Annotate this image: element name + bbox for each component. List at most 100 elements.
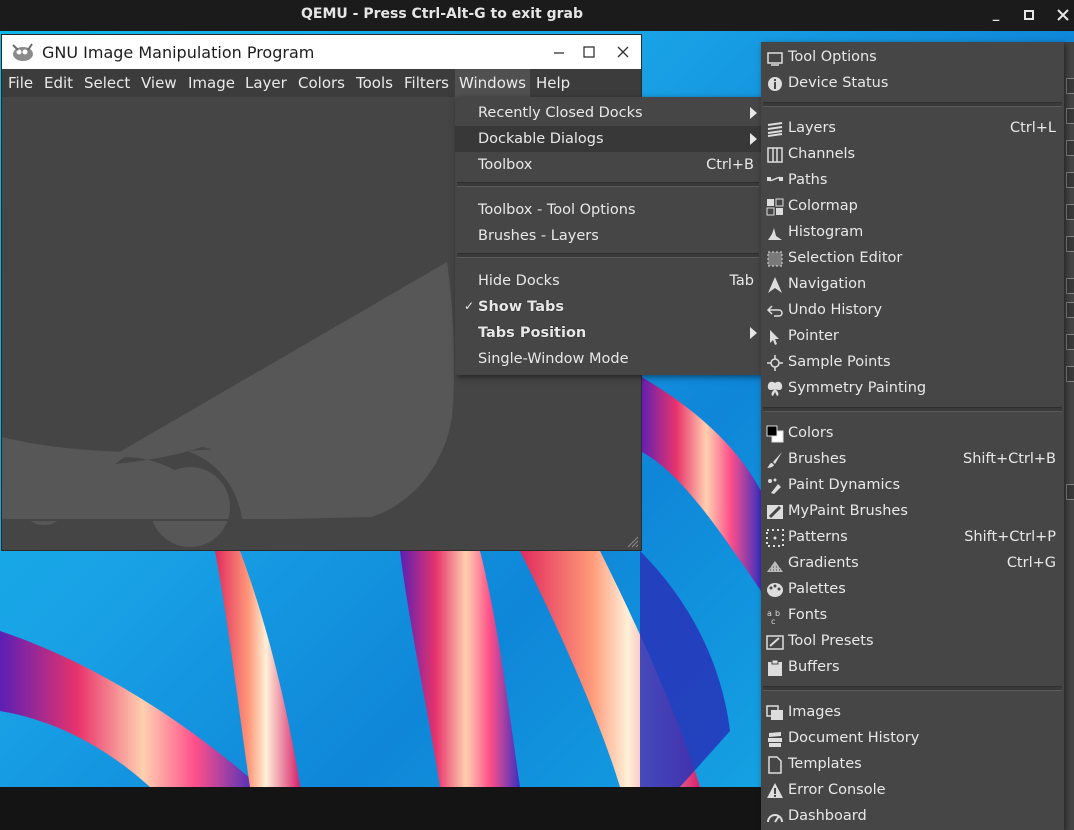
dock-item-histogram[interactable]: Histogram <box>761 220 1064 246</box>
undo-history-icon <box>766 305 783 317</box>
windows-menu: Recently Closed Docks Dockable Dialogs T… <box>455 97 761 375</box>
menu-image[interactable]: Image <box>188 74 235 92</box>
menu-separator <box>457 182 759 187</box>
menu-edit[interactable]: Edit <box>44 74 73 92</box>
menubar: File Edit Select View Image Layer Colors… <box>2 69 641 97</box>
menu-brushes-layers[interactable]: Brushes - Layers <box>455 223 761 249</box>
dock-item-sample-points[interactable]: Sample Points <box>761 350 1064 376</box>
dock-item-fonts[interactable]: abc Fonts <box>761 603 1064 629</box>
menu-show-tabs[interactable]: ✓ Show Tabs <box>455 294 761 320</box>
menu-layer[interactable]: Layer <box>245 74 287 92</box>
layers-icon <box>767 122 783 137</box>
close-icon <box>1057 9 1069 21</box>
dock-item-patterns[interactable]: Patterns Shift+Ctrl+P <box>761 525 1064 551</box>
sample-points-icon <box>767 355 783 371</box>
fonts-icon: a bc <box>767 609 780 625</box>
menu-separator <box>763 407 1062 412</box>
menu-toolbox-tool-options[interactable]: Toolbox - Tool Options <box>455 197 761 223</box>
dock-edge-widget[interactable] <box>1066 236 1074 252</box>
dashboard-icon <box>767 814 783 823</box>
dock-item-brushes[interactable]: Brushes Shift+Ctrl+B <box>761 447 1064 473</box>
dock-item-layers[interactable]: Layers Ctrl+L <box>761 116 1064 142</box>
dock-item-device-status[interactable]: Device Status <box>761 71 1064 97</box>
menu-filters[interactable]: Filters <box>404 74 449 92</box>
navigation-icon <box>768 277 782 293</box>
dock-item-pointer[interactable]: Pointer <box>761 324 1064 350</box>
resize-grip-icon[interactable] <box>625 534 639 548</box>
submenu-arrow-icon <box>750 327 757 339</box>
patterns-icon <box>766 529 784 547</box>
dock-item-templates[interactable]: Templates <box>761 752 1064 778</box>
dock-item-document-history[interactable]: Document History <box>761 726 1064 752</box>
tool-options-icon <box>767 52 783 66</box>
menu-tools[interactable]: Tools <box>356 74 393 92</box>
minimize-button[interactable] <box>546 39 572 65</box>
menu-recently-closed-docks[interactable]: Recently Closed Docks <box>455 100 761 126</box>
error-console-icon <box>767 783 783 798</box>
dock-item-buffers[interactable]: Buffers <box>761 655 1064 681</box>
channels-icon <box>767 147 783 163</box>
images-icon <box>766 705 783 720</box>
histogram-icon <box>768 228 782 240</box>
dock-item-mypaint-brushes[interactable]: MyPaint Brushes <box>761 499 1064 525</box>
qemu-minimize-button[interactable]: _ <box>986 5 1006 25</box>
dock-item-tool-options[interactable]: Tool Options <box>761 45 1064 71</box>
dock-item-images[interactable]: Images <box>761 700 1064 726</box>
dock-item-paint-dynamics[interactable]: Paint Dynamics <box>761 473 1064 499</box>
dock-item-palettes[interactable]: Palettes <box>761 577 1064 603</box>
dock-edge-widget[interactable] <box>1066 140 1074 156</box>
paint-dynamics-icon <box>768 478 781 494</box>
maximize-icon <box>583 46 595 58</box>
dock-item-navigation[interactable]: Navigation <box>761 272 1064 298</box>
dock-edge-widget[interactable] <box>1066 334 1074 350</box>
menu-colors[interactable]: Colors <box>298 74 345 92</box>
qemu-close-button[interactable] <box>1053 5 1073 25</box>
dock-item-dashboard[interactable]: Dashboard <box>761 804 1064 830</box>
templates-icon <box>768 756 782 774</box>
menu-view[interactable]: View <box>141 74 177 92</box>
menu-single-window-mode[interactable]: Single-Window Mode <box>455 346 761 372</box>
dock-edge-widget[interactable] <box>1066 366 1074 382</box>
qemu-maximize-button[interactable] <box>1019 5 1039 25</box>
dock-edge-widget[interactable] <box>1066 78 1074 94</box>
dock-item-tool-presets[interactable]: Tool Presets <box>761 629 1064 655</box>
dock-edge-widget[interactable] <box>1066 278 1074 294</box>
dock-edge-widget[interactable] <box>1066 302 1074 318</box>
dock-item-paths[interactable]: Paths <box>761 168 1064 194</box>
symmetry-icon <box>767 381 783 396</box>
maximize-button[interactable] <box>576 39 602 65</box>
dock-item-selection-editor[interactable]: Selection Editor <box>761 246 1064 272</box>
submenu-arrow-icon <box>750 133 757 145</box>
buffers-icon <box>768 659 782 676</box>
menu-tabs-position[interactable]: Tabs Position <box>455 320 761 346</box>
menu-select[interactable]: Select <box>84 74 130 92</box>
dock-item-gradients[interactable]: Gradients Ctrl+G <box>761 551 1064 577</box>
close-button[interactable] <box>610 39 636 65</box>
menu-file[interactable]: File <box>8 74 33 92</box>
menu-help[interactable]: Help <box>536 74 570 92</box>
menu-hide-docks[interactable]: Hide Docks Tab <box>455 268 761 294</box>
menu-separator <box>457 253 759 258</box>
dock-edge-widget[interactable] <box>1066 108 1074 124</box>
dock-edge-widget[interactable] <box>1066 172 1074 188</box>
menu-toolbox[interactable]: Toolbox Ctrl+B <box>455 152 761 178</box>
menu-windows[interactable]: Windows <box>455 69 530 97</box>
dock-item-undo-history[interactable]: Undo History <box>761 298 1064 324</box>
selection-editor-icon <box>767 251 783 267</box>
dock-item-symmetry-painting[interactable]: Symmetry Painting <box>761 376 1064 402</box>
dock-item-error-console[interactable]: Error Console <box>761 778 1064 804</box>
pointer-icon <box>770 330 779 345</box>
dock-edge-widget[interactable] <box>1066 484 1074 500</box>
dock-item-colormap[interactable]: Colormap <box>761 194 1064 220</box>
dock-edge-widget[interactable] <box>1066 204 1074 220</box>
dock-item-channels[interactable]: Channels <box>761 142 1064 168</box>
dock-item-colors[interactable]: Colors <box>761 421 1064 447</box>
gradients-icon <box>767 561 783 572</box>
dockable-dialogs-menu: Tool Options Device Status Layers Ctrl+L… <box>761 42 1064 830</box>
brushes-icon <box>767 452 782 468</box>
menu-dockable-dialogs[interactable]: Dockable Dialogs <box>455 126 761 152</box>
menu-separator <box>763 102 1062 107</box>
document-history-icon <box>768 732 782 747</box>
qemu-title: QEMU - Press Ctrl-Alt-G to exit grab <box>301 6 583 22</box>
tool-presets-icon <box>766 635 784 650</box>
